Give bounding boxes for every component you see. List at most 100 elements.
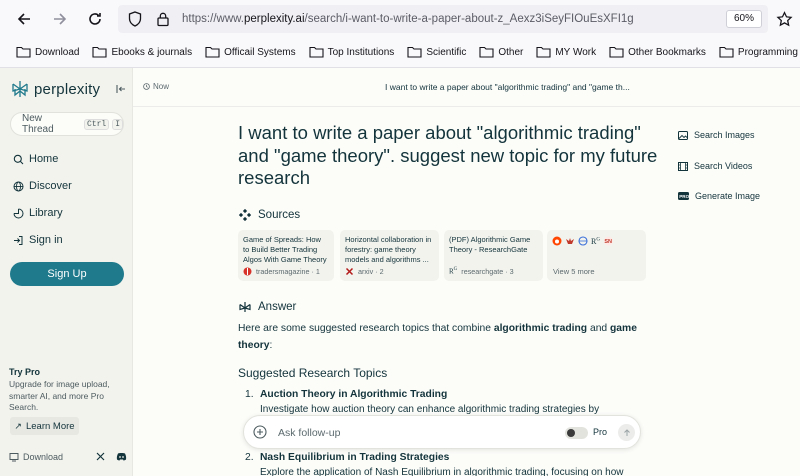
search-images-label: Search Images: [694, 130, 755, 140]
logo-text: perplexity: [34, 80, 101, 98]
zoom-level-badge[interactable]: 60%: [725, 10, 762, 28]
view-more-sources-card[interactable]: RG SN View 5 more: [547, 230, 646, 281]
reload-icon: [89, 12, 101, 25]
folder-icon: [92, 46, 108, 58]
forward-arrow-icon: [54, 12, 67, 25]
bookmark-folder[interactable]: Programming: [715, 40, 800, 64]
shield-icon[interactable]: [124, 5, 146, 33]
download-label: Download: [23, 452, 64, 462]
bird-favicon-icon: [566, 238, 574, 244]
source-card[interactable]: Game of Spreads: How to Build Better Tra…: [238, 230, 334, 281]
bookmark-label: MY Work: [555, 46, 597, 58]
sidebar-item-discover[interactable]: Discover: [13, 180, 72, 192]
lock-icon[interactable]: [152, 5, 174, 33]
collapse-sidebar-button[interactable]: [114, 82, 128, 96]
sign-in-icon: [14, 235, 23, 245]
discord-icon[interactable]: [116, 452, 127, 463]
url-domain: perplexity.ai: [244, 13, 305, 25]
forward-button[interactable]: [42, 0, 78, 37]
try-pro-title: Try Pro: [9, 367, 41, 377]
sidebar-item-sign-in[interactable]: Sign in: [13, 234, 63, 246]
perplexity-logo-icon: [12, 81, 28, 97]
learn-more-label: Learn More: [25, 420, 75, 432]
intro-text-1: Here are some suggested research topics …: [238, 323, 494, 334]
collapse-icon: [116, 85, 125, 93]
source-meta: tradersmagazine · 1: [243, 267, 320, 276]
sidebar-item-label: Discover: [29, 180, 72, 192]
intro-text-2: and: [587, 323, 611, 334]
source-card[interactable]: (PDF) Algorithmic Game Theory - Research…: [444, 230, 543, 281]
bookmark-folder[interactable]: Ebooks & journals: [88, 40, 196, 64]
intro-bold-1: algorithmic trading: [493, 323, 588, 334]
globe-icon: [13, 181, 24, 191]
pro-label: Pro: [593, 427, 608, 437]
researchgate-favicon-icon: RG: [591, 236, 600, 246]
pro-toggle[interactable]: [565, 427, 588, 439]
sidebar-item-home[interactable]: Home: [13, 153, 58, 165]
bookmark-folder[interactable]: MY Work: [532, 40, 600, 64]
bookmark-label: Scientific: [426, 46, 467, 58]
reddit-favicon-icon: [552, 236, 562, 246]
back-button[interactable]: [6, 0, 42, 37]
bookmark-folder[interactable]: Scientific: [403, 40, 470, 64]
bookmark-label: Download: [35, 46, 80, 58]
shortcut-key-i: I: [112, 118, 123, 130]
user-question: I want to write a paper about "algorithm…: [238, 122, 658, 188]
bookmark-folder[interactable]: Officail Systems: [201, 40, 300, 64]
arrow-up-icon: [623, 428, 630, 436]
svg-text:SN: SN: [604, 239, 612, 245]
folder-icon: [205, 46, 220, 58]
topic-title: Nash Equilibrium in Trading Strategies: [260, 452, 450, 463]
clock-icon: [143, 83, 150, 90]
researchgate-favicon-icon: RG: [449, 267, 458, 276]
address-bar[interactable]: https://www.perplexity.ai/search/i-want-…: [118, 5, 768, 33]
reload-button[interactable]: [77, 0, 113, 37]
download-link[interactable]: Download: [9, 452, 63, 462]
search-videos-button[interactable]: Search Videos: [678, 161, 752, 171]
topic-description: Explore the application of Nash Equilibr…: [260, 467, 624, 476]
source-title: Game of Spreads: How to Build Better Tra…: [243, 235, 327, 264]
sn-favicon-icon: SN: [603, 236, 613, 246]
new-thread-button[interactable]: New Thread Ctrl I: [10, 112, 124, 136]
source-site: researchgate · 3: [461, 267, 514, 276]
source-site: arxiv · 2: [358, 267, 384, 276]
svg-text:PRO: PRO: [679, 194, 689, 199]
search-images-button[interactable]: Search Images: [678, 130, 755, 140]
sidebar-item-library[interactable]: Library: [13, 207, 63, 219]
answer-intro: Here are some suggested research topics …: [238, 321, 648, 354]
timestamp: Now: [143, 82, 169, 91]
suggested-topics-heading: Suggested Research Topics: [238, 366, 388, 380]
answer-heading-label: Answer: [258, 301, 297, 313]
follow-up-input-box[interactable]: Ask follow-up Pro: [243, 415, 641, 449]
source-title: (PDF) Algorithmic Game Theory - Research…: [449, 235, 531, 254]
image-icon: [678, 130, 688, 140]
pro-badge-icon: PRO: [678, 192, 689, 200]
intro-text-3: :: [269, 339, 273, 351]
learn-more-button[interactable]: ↗ Learn More: [10, 417, 79, 435]
generate-image-label: Generate Image: [695, 191, 761, 201]
folder-icon: [309, 46, 324, 58]
answer-icon: [239, 302, 251, 312]
bookmark-folder[interactable]: Top Institutions: [305, 40, 399, 64]
attach-button[interactable]: [253, 425, 267, 442]
bookmark-star-button[interactable]: [770, 5, 798, 33]
follow-up-input[interactable]: Ask follow-up: [278, 427, 340, 439]
sign-up-button[interactable]: Sign Up: [10, 262, 124, 286]
thread-title: I want to write a paper about "algorithm…: [385, 82, 630, 92]
sidebar: perplexity New Thread Ctrl I Home Discov…: [0, 68, 133, 476]
perplexity-logo[interactable]: perplexity: [11, 80, 100, 98]
source-site: tradersmagazine · 1: [256, 267, 320, 276]
bookmark-folder[interactable]: Other: [475, 40, 527, 64]
bookmark-folder[interactable]: Download: [12, 40, 83, 64]
submit-button[interactable]: [618, 424, 635, 441]
new-thread-label: New Thread: [22, 113, 54, 135]
folder-icon: [609, 46, 624, 58]
topic-number: 1.: [245, 389, 254, 400]
x-twitter-icon[interactable]: [96, 452, 105, 463]
arrow-up-right-icon: ↗: [14, 420, 22, 431]
generate-image-button[interactable]: PRO Generate Image: [678, 191, 760, 201]
bookmark-folder[interactable]: Other Bookmarks: [605, 40, 710, 64]
answer-heading: Answer: [239, 301, 296, 313]
source-card[interactable]: Horizontal collaboration in forestry: ga…: [340, 230, 439, 281]
search-icon: [13, 154, 24, 164]
